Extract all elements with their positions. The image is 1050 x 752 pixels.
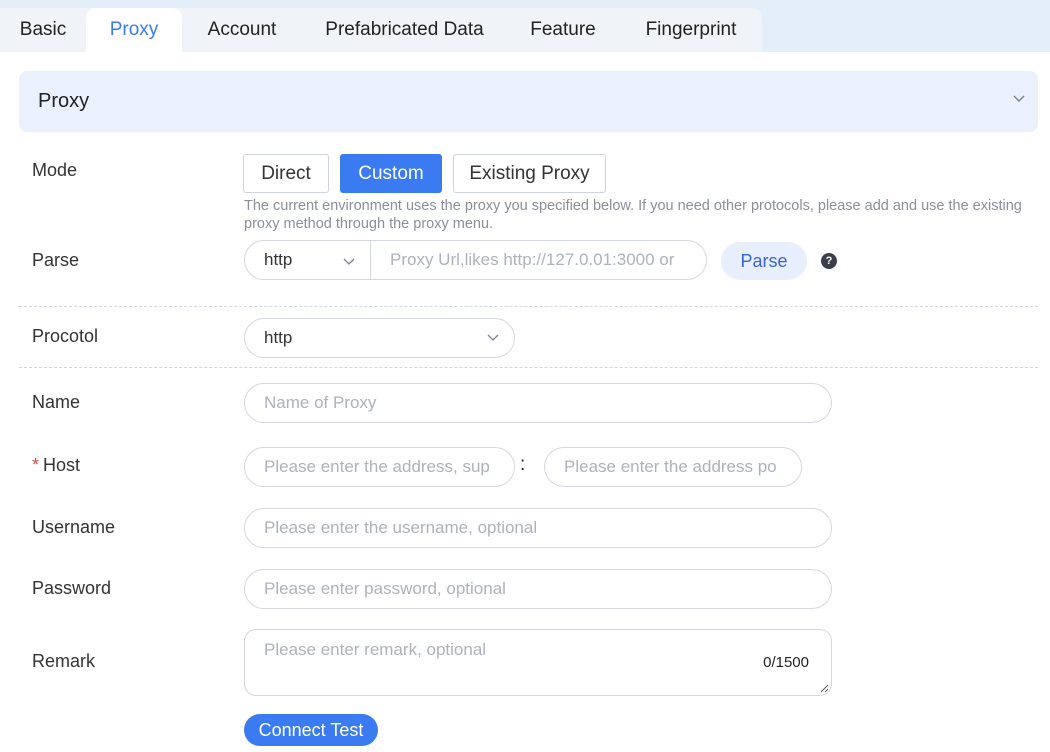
tab-fingerprint[interactable]: Fingerprint — [631, 8, 751, 52]
tab-bar: Basic Proxy Account Prefabricated Data F… — [0, 0, 1050, 52]
password-label: Password — [32, 578, 112, 598]
protocol-select[interactable]: http — [244, 318, 515, 358]
help-icon[interactable]: ? — [821, 253, 837, 269]
mode-direct-button[interactable]: Direct — [243, 154, 329, 193]
connect-test-button[interactable]: Connect Test — [244, 714, 378, 746]
divider — [19, 367, 1038, 368]
tab-feature[interactable]: Feature — [517, 8, 609, 52]
host-port-input[interactable]: Please enter the address po — [544, 447, 802, 487]
username-placeholder: Please enter the username, optional — [264, 518, 538, 537]
tab-basic[interactable]: Basic — [0, 8, 86, 52]
remark-textarea[interactable]: Please enter remark, optional 0/1500 — [244, 629, 832, 696]
protocol-value: http — [264, 328, 293, 347]
resize-handle-icon[interactable] — [820, 684, 829, 693]
remark-char-counter: 0/1500 — [763, 654, 809, 671]
proxy-url-input[interactable]: Proxy Url,likes http://127.0.01:3000 or — [370, 240, 707, 280]
tab-list: Basic Proxy Account Prefabricated Data F… — [0, 8, 762, 52]
host-label-text: Host — [43, 455, 81, 475]
parse-button[interactable]: Parse — [721, 242, 807, 280]
host-port-separator: : — [520, 454, 526, 475]
protocol-label: Procotol — [32, 326, 99, 346]
divider — [19, 306, 1038, 307]
name-input[interactable]: Name of Proxy — [244, 383, 832, 423]
name-placeholder: Name of Proxy — [264, 393, 377, 412]
username-label: Username — [32, 517, 116, 537]
password-placeholder: Please enter password, optional — [264, 579, 506, 598]
host-label: * Host — [32, 455, 80, 476]
tab-account[interactable]: Account — [192, 8, 292, 52]
chevron-down-icon — [487, 334, 499, 341]
parse-protocol-value: http — [264, 250, 293, 269]
mode-label: Mode — [32, 160, 78, 180]
remark-placeholder: Please enter remark, optional — [264, 640, 487, 659]
required-mark: * — [32, 455, 40, 475]
tab-prefabricated-data[interactable]: Prefabricated Data — [312, 8, 497, 52]
proxy-section-header[interactable]: Proxy — [19, 71, 1038, 132]
host-address-input[interactable]: Please enter the address, sup — [244, 447, 515, 487]
chevron-down-icon[interactable] — [1012, 91, 1026, 105]
mode-hint: The current environment uses the proxy y… — [244, 198, 1022, 232]
proxy-url-placeholder: Proxy Url,likes http://127.0.01:3000 or — [390, 250, 675, 269]
password-input[interactable]: Please enter password, optional — [244, 569, 832, 609]
mode-existing-proxy-button[interactable]: Existing Proxy — [453, 154, 606, 193]
name-label: Name — [32, 392, 81, 412]
mode-custom-button[interactable]: Custom — [340, 154, 442, 193]
section-title: Proxy — [38, 90, 90, 112]
parse-protocol-select[interactable]: http — [244, 240, 384, 280]
host-port-placeholder: Please enter the address po — [564, 457, 777, 476]
parse-label: Parse — [32, 250, 80, 270]
username-input[interactable]: Please enter the username, optional — [244, 508, 832, 548]
host-address-placeholder: Please enter the address, sup — [264, 457, 490, 476]
remark-label: Remark — [32, 651, 96, 671]
chevron-down-icon — [343, 258, 355, 265]
tab-proxy[interactable]: Proxy — [86, 8, 182, 52]
